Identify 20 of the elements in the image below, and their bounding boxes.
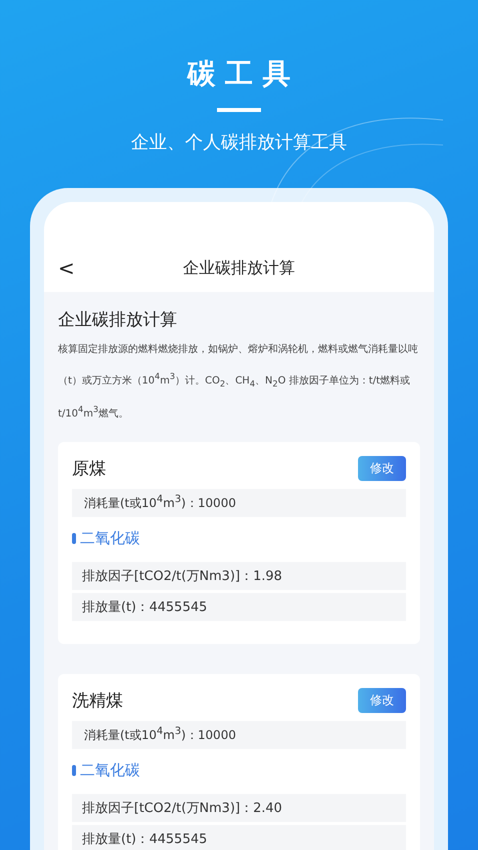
fuel-name: 原煤 xyxy=(72,458,106,480)
back-button[interactable]: < xyxy=(58,256,75,280)
result-row: 排放量(t)：4455545 xyxy=(72,824,406,850)
edit-button[interactable]: 修改 xyxy=(358,456,406,481)
consumption-row: 消耗量(t或10$^{4}$m$^{3}$)：10000 xyxy=(72,488,406,517)
edit-button[interactable]: 修改 xyxy=(358,688,406,713)
marker-icon xyxy=(72,532,76,544)
screen-title: 企业碳排放计算 xyxy=(183,258,295,278)
page-title: 碳 工 具 xyxy=(187,56,291,92)
result-row: 排放因子[tCO2/t(万Nm3)]：1.98 xyxy=(72,562,406,590)
marker-icon xyxy=(72,764,76,776)
consumption-row: 消耗量(t或10$^{4}$m$^{3}$)：10000 xyxy=(72,720,406,749)
result-row: 排放因子[tCO2/t(万Nm3)]：2.40 xyxy=(72,794,406,822)
section-title: 企业碳排放计算 xyxy=(58,309,178,331)
page-subtitle: 企业、个人碳排放计算工具 xyxy=(131,131,347,154)
description-text: 核算固定排放源的燃料燃烧排放，如锅炉、熔炉和涡轮机，燃料或燃气消耗量以吨（t）或万立方米（10$^{4}$m$^{3}$）计。CO$_{2}$、CH$_{4}$、N$_{2}$O 排放因子单位为：t/t燃料或t/10$^{4}$m$^{3}$燃气。 xyxy=(58,342,419,422)
result-row: 排放量(t)：4455545 xyxy=(72,592,406,621)
gas-label: 二氧化碳 xyxy=(80,760,140,780)
fuel-name: 洗精煤 xyxy=(72,690,123,712)
gas-label: 二氧化碳 xyxy=(80,528,140,548)
